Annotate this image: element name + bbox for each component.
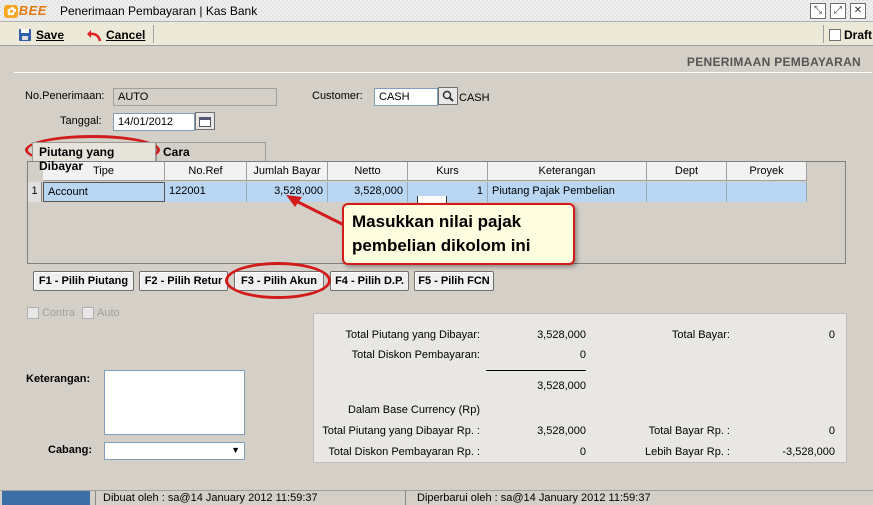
tanggal-label: Tanggal:	[60, 115, 102, 127]
cancel-label: Cancel	[106, 28, 146, 42]
auto-checkbox[interactable]: Auto	[82, 307, 120, 319]
total-diskon-rp-label: Total Diskon Pembayaran Rp. :	[328, 446, 480, 458]
app-logo: ✿ BEE	[4, 3, 47, 18]
lebih-bayar-label: Lebih Bayar Rp. :	[645, 446, 730, 458]
date-picker-button[interactable]	[195, 112, 215, 130]
contra-label: Contra	[42, 307, 76, 319]
tab-piutang-yang-dibayar[interactable]: Piutang yang Dibayar	[32, 142, 156, 173]
auto-checkbox-box[interactable]	[82, 307, 94, 319]
total-bayar-value: 0	[828, 329, 835, 341]
heading-divider	[14, 72, 872, 73]
draft-checkbox[interactable]: Draft	[829, 28, 872, 42]
col-header-keterangan[interactable]: Keterangan	[488, 162, 647, 181]
draft-label: Draft	[844, 28, 873, 42]
total-diskon-rp-value: 0	[579, 446, 586, 458]
base-currency-label: Dalam Base Currency (Rp)	[347, 404, 480, 416]
keterangan-textarea[interactable]	[104, 370, 245, 435]
toolbar-separator	[823, 25, 824, 43]
calendar-icon	[199, 116, 211, 127]
no-penerimaan-field: AUTO	[113, 88, 277, 106]
col-header-noref[interactable]: No.Ref	[165, 162, 247, 181]
cell-dept[interactable]	[647, 182, 727, 202]
magnifier-icon	[442, 90, 454, 102]
cancel-button[interactable]: Cancel	[86, 25, 145, 45]
col-header-proyek[interactable]: Proyek	[727, 162, 807, 181]
tanggal-input[interactable]: 14/01/2012	[113, 113, 195, 131]
total-bayar-label: Total Bayar:	[671, 329, 730, 341]
contra-checkbox-box[interactable]	[27, 307, 39, 319]
save-button[interactable]: Save	[18, 25, 64, 45]
customer-label: Customer:	[312, 90, 363, 102]
f1-pilih-piutang-button[interactable]: F1 - Pilih Piutang	[33, 271, 134, 291]
f4-pilih-dp-button[interactable]: F4 - Pilih D.P.	[330, 271, 409, 291]
subtotal-divider	[486, 370, 586, 371]
total-bayar-rp-label: Total Bayar Rp. :	[648, 425, 730, 437]
f5-pilih-fcn-button[interactable]: F5 - Pilih FCN	[414, 271, 494, 291]
status-separator	[95, 491, 96, 505]
col-header-kurs[interactable]: Kurs	[408, 162, 488, 181]
dropdown-arrow-icon: ▼	[231, 445, 240, 455]
subtotal-value: 3,528,000	[537, 380, 586, 392]
cell-tipe[interactable]: Account	[43, 182, 165, 202]
no-penerimaan-label: No.Penerimaan:	[25, 90, 105, 102]
updated-by-text: Diperbarui oleh : sa@14 January 2012 11:…	[417, 492, 651, 504]
total-piutang-rp-label: Total Piutang yang Dibayar Rp. :	[322, 425, 480, 437]
status-separator	[405, 491, 406, 505]
cell-keterangan[interactable]: Piutang Pajak Pembelian	[488, 182, 647, 202]
undo-arrow-icon	[87, 30, 102, 42]
tab-cara-pembayaran[interactable]: Cara Pembayaran	[156, 142, 266, 173]
save-label: Save	[36, 28, 65, 42]
col-header-jumlah-bayar[interactable]: Jumlah Bayar	[247, 162, 328, 181]
close-icon[interactable]: ✕	[850, 3, 866, 19]
total-piutang-rp-value: 3,528,000	[537, 425, 586, 437]
created-by-text: Dibuat oleh : sa@14 January 2012 11:59:3…	[103, 492, 318, 504]
customer-search-button[interactable]	[438, 87, 458, 105]
auto-label: Auto	[97, 307, 120, 319]
row-number: 1	[28, 182, 42, 202]
cell-noref[interactable]: 122001	[165, 182, 247, 202]
status-indicator	[2, 491, 90, 505]
callout-line-2: pembelian dikolom ini	[352, 236, 531, 255]
maximize-icon[interactable]: ⤢	[830, 3, 846, 19]
cell-proyek[interactable]	[727, 182, 807, 202]
customer-name: CASH	[459, 92, 490, 104]
col-header-dept[interactable]: Dept	[647, 162, 727, 181]
highlight-ellipse-f3	[225, 262, 331, 299]
instruction-callout: Masukkan nilai pajak pembelian dikolom i…	[342, 203, 575, 265]
toolbar-separator	[153, 25, 154, 43]
cabang-label: Cabang:	[48, 444, 92, 456]
keterangan-label: Keterangan:	[26, 373, 91, 385]
draft-checkbox-box[interactable]	[829, 29, 841, 41]
cabang-select[interactable]: ▼	[104, 442, 245, 460]
callout-line-1: Masukkan nilai pajak	[352, 212, 522, 231]
restore-icon[interactable]: ⤡	[810, 3, 826, 19]
lebih-bayar-value: -3,528,000	[782, 446, 835, 458]
page-title: PENERIMAAN PEMBAYARAN	[686, 55, 861, 69]
total-diskon-value: 0	[579, 349, 586, 361]
customer-input[interactable]: CASH	[374, 88, 438, 106]
floppy-disk-icon	[19, 29, 31, 41]
total-piutang-label: Total Piutang yang Dibayar:	[345, 329, 480, 341]
total-bayar-rp-value: 0	[828, 425, 835, 437]
total-diskon-label: Total Diskon Pembayaran:	[351, 349, 480, 361]
f2-pilih-retur-button[interactable]: F2 - Pilih Retur	[139, 271, 228, 291]
window-title: Penerimaan Pembayaran | Kas Bank	[60, 4, 258, 18]
total-piutang-value: 3,528,000	[537, 329, 586, 341]
contra-checkbox[interactable]: Contra	[27, 307, 75, 319]
col-header-netto[interactable]: Netto	[328, 162, 408, 181]
